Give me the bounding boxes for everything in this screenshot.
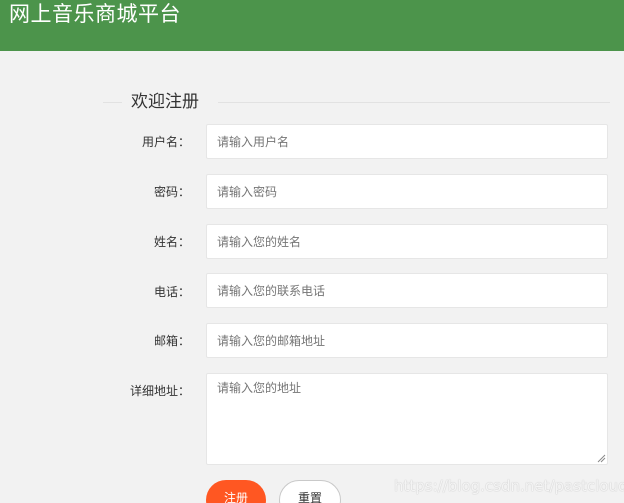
legend-divider-left [103,102,122,103]
name-placeholder: 请输入您的姓名 [217,235,302,249]
name-input[interactable]: 请输入您的姓名 [206,224,608,259]
address-textarea[interactable]: 请输入您的地址 [206,373,608,465]
password-input[interactable]: 请输入密码 [206,174,608,209]
username-placeholder: 请输入用户名 [217,135,290,149]
form-legend: 欢迎注册 [131,92,199,112]
address-placeholder: 请输入您的地址 [217,381,302,395]
email-label: 邮箱： [153,334,190,348]
username-input[interactable]: 请输入用户名 [206,124,608,159]
registration-page: 网上音乐商城平台 欢迎注册 用户名： 请输入用户名 密码： 请输入密码 姓名： … [0,0,624,503]
phone-input[interactable]: 请输入您的联系电话 [206,273,608,308]
resize-grip-icon[interactable] [596,453,606,463]
register-button[interactable]: 注册 [206,480,266,503]
legend-divider-right [218,102,610,103]
email-input[interactable]: 请输入您的邮箱地址 [206,323,608,358]
reset-button[interactable]: 重置 [279,480,341,503]
phone-label: 电话： [153,285,190,299]
phone-placeholder: 请输入您的联系电话 [217,284,326,298]
site-title: 网上音乐商城平台 [9,2,181,26]
password-label: 密码： [153,185,190,199]
password-placeholder: 请输入密码 [217,185,278,199]
name-label: 姓名： [153,235,190,249]
address-label: 详细地址： [129,384,190,398]
header-bar: 网上音乐商城平台 [0,0,624,51]
email-placeholder: 请输入您的邮箱地址 [217,334,326,348]
watermark-text: https://blog.csdn.net/pastclouds [394,477,624,495]
username-label: 用户名： [141,135,190,149]
